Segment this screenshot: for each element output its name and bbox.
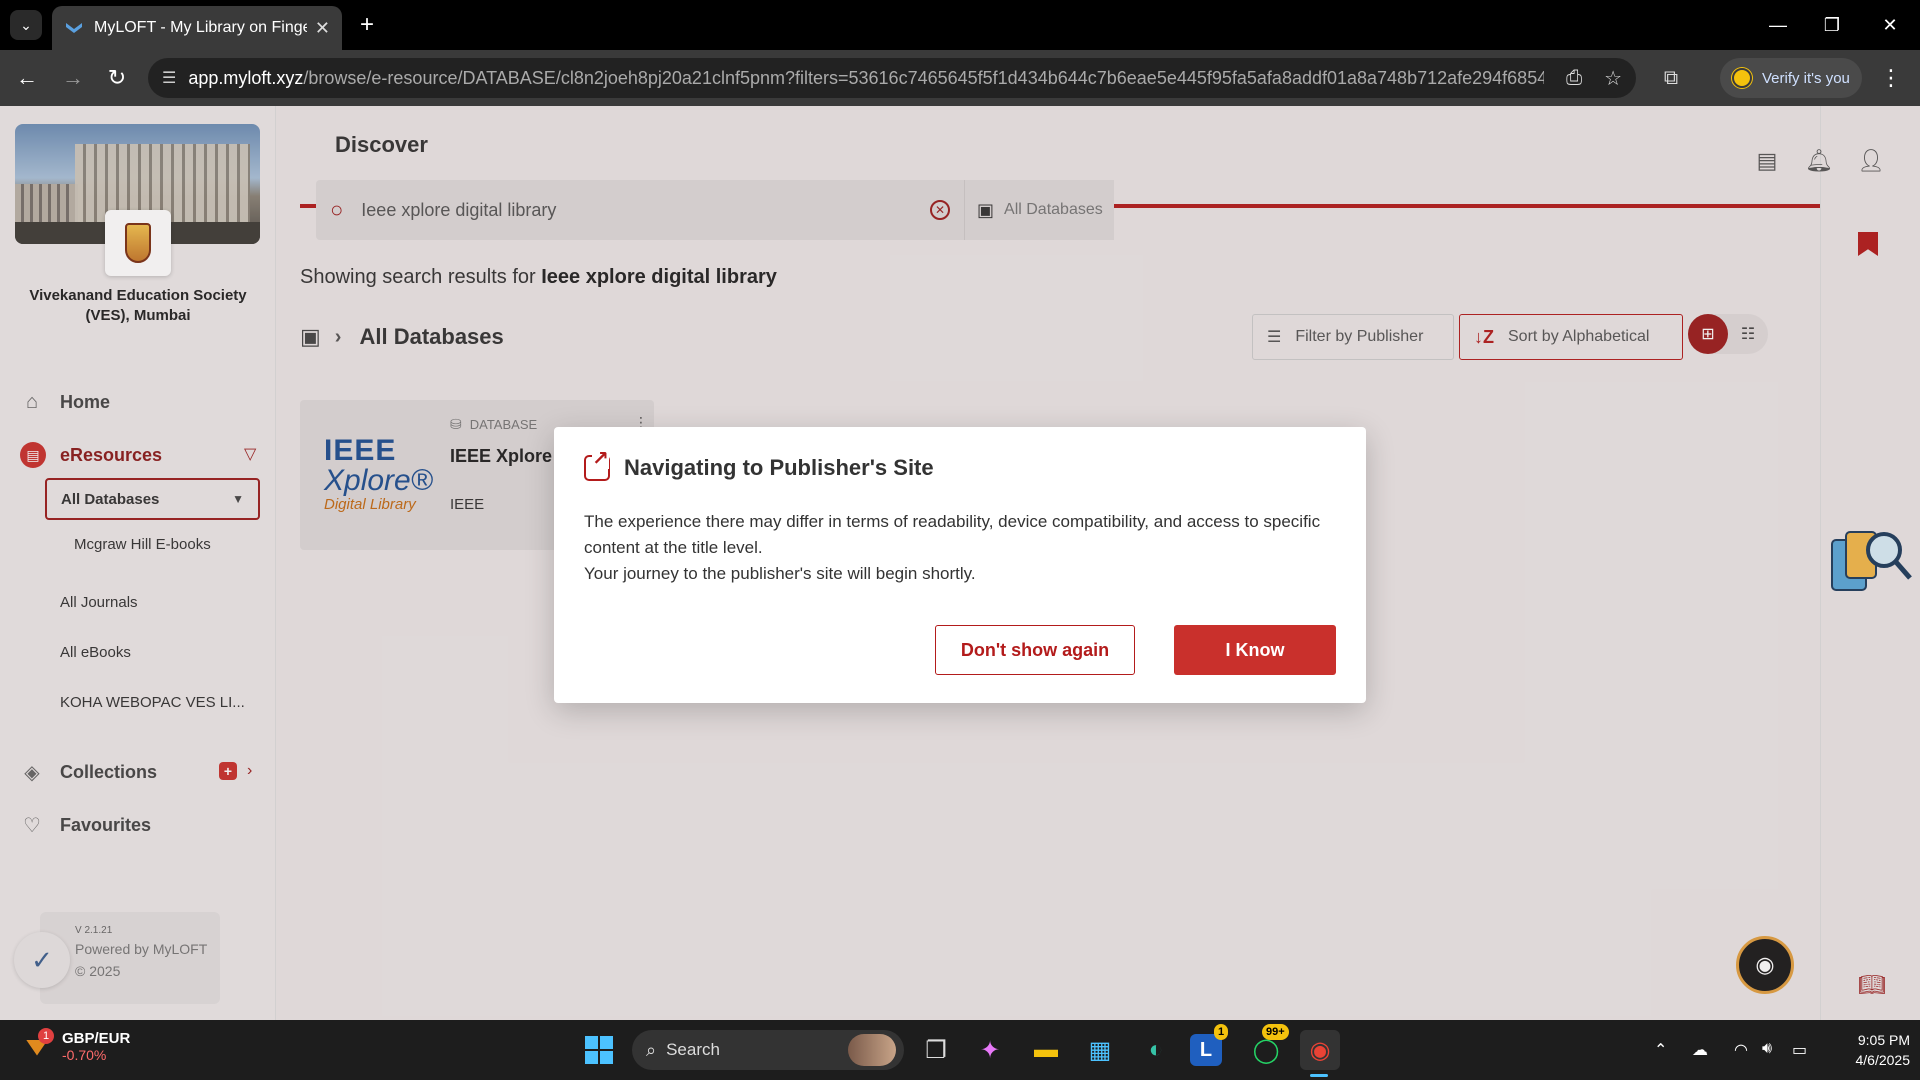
myloft-favicon-icon <box>66 23 82 33</box>
browser-toolbar: ← → ↻ ☰ app.myloft.xyz /browse/e-resourc… <box>0 50 1920 106</box>
stock-badge: 1 <box>38 1027 54 1044</box>
dialog-body-line2: Your journey to the publisher's site wil… <box>584 564 976 583</box>
task-view-icon[interactable]: ❐ <box>916 1030 956 1070</box>
copilot-icon[interactable]: ✦ <box>970 1030 1010 1070</box>
clock-time: 9:05 PM <box>1857 1032 1910 1048</box>
dialog-title: Navigating to Publisher's Site <box>624 455 934 480</box>
verify-label: Verify it's you <box>1762 69 1850 87</box>
reload-icon[interactable]: ↻ <box>102 63 132 93</box>
url-host: app.myloft.xyz <box>188 67 304 88</box>
external-link-icon <box>584 449 610 481</box>
show-hidden-icons-icon[interactable]: ⌃ <box>1654 1040 1667 1060</box>
publisher-site-dialog: Navigating to Publisher's Site The exper… <box>554 427 1366 703</box>
browser-tab[interactable]: MyLOFT - My Library on Finger ✕ <box>52 6 342 50</box>
chrome-icon[interactable]: ◉ <box>1300 1030 1340 1070</box>
extensions-icon[interactable]: ⧉ <box>1656 63 1686 93</box>
restore-icon[interactable]: ❐ <box>1812 10 1852 40</box>
i-know-button[interactable]: I Know <box>1174 625 1336 675</box>
dialog-header: Navigating to Publisher's Site <box>584 449 934 481</box>
windows-start-icon[interactable] <box>579 1030 619 1070</box>
back-icon[interactable]: ← <box>12 63 42 93</box>
verify-profile-button[interactable]: Verify it's you <box>1720 58 1862 98</box>
file-explorer-icon[interactable]: ▬ <box>1026 1030 1066 1070</box>
dialog-body-line1: The experience there may differ in terms… <box>584 512 1321 557</box>
taskbar: 1 GBP/EUR -0.70% ⌕ Search ❐ ✦ ▬ ▦ ◐ L 1 … <box>0 1020 1920 1080</box>
dont-show-again-button[interactable]: Don't show again <box>935 625 1135 675</box>
browser-tabbar: ⌄ MyLOFT - My Library on Finger ✕ + — ❐ … <box>0 0 1920 50</box>
forward-icon[interactable]: → <box>58 63 88 93</box>
wifi-icon[interactable]: ◠ <box>1734 1040 1748 1060</box>
stock-widget[interactable]: 1 GBP/EUR -0.70% <box>22 1027 131 1063</box>
taskbar-search[interactable]: ⌕ Search <box>632 1030 904 1070</box>
stock-down-icon: 1 <box>22 1027 54 1062</box>
browser-menu-icon[interactable]: ⋮ <box>1876 63 1906 93</box>
stock-change: -0.70% <box>62 1047 107 1063</box>
dialog-body: The experience there may differ in terms… <box>584 509 1344 587</box>
minimize-icon[interactable]: — <box>1758 10 1798 40</box>
taskbar-search-label: Search <box>666 1040 720 1059</box>
bookmark-star-icon[interactable]: ☆ <box>1604 66 1622 91</box>
address-bar[interactable]: ☰ app.myloft.xyz /browse/e-resource/DATA… <box>148 58 1636 98</box>
volume-icon[interactable]: 🔊︎ <box>1762 1040 1772 1058</box>
whatsapp-badge: 99+ <box>1262 1024 1289 1040</box>
url-path: /browse/e-resource/DATABASE/cl8n2joeh8pj… <box>303 67 1545 88</box>
install-app-icon[interactable]: ⎙ <box>1566 67 1582 90</box>
microsoft-store-icon[interactable]: ▦ <box>1080 1030 1120 1070</box>
l-app-badge: 1 <box>1214 1024 1229 1040</box>
close-window-icon[interactable]: ✕ <box>1870 10 1910 40</box>
system-clock[interactable]: 9:05 PM 4/6/2025 <box>1830 1030 1911 1070</box>
site-info-icon[interactable]: ☰ <box>162 68 176 88</box>
onedrive-icon[interactable]: ☁ <box>1692 1040 1708 1060</box>
search-icon: ⌕ <box>646 1039 657 1060</box>
edge-icon[interactable]: ◐ <box>1136 1030 1176 1070</box>
clock-date: 4/6/2025 <box>1855 1052 1911 1068</box>
close-tab-icon[interactable]: ✕ <box>315 18 330 39</box>
profile-dot-icon <box>1732 68 1752 88</box>
search-highlight-icon <box>848 1034 896 1066</box>
battery-icon[interactable]: ▭ <box>1792 1040 1807 1060</box>
tab-search-chevron-icon[interactable]: ⌄ <box>10 10 42 40</box>
new-tab-icon[interactable]: + <box>352 10 382 40</box>
active-app-indicator <box>1310 1074 1328 1077</box>
stock-pair: GBP/EUR <box>62 1030 131 1047</box>
tab-title: MyLOFT - My Library on Finger <box>94 19 307 36</box>
